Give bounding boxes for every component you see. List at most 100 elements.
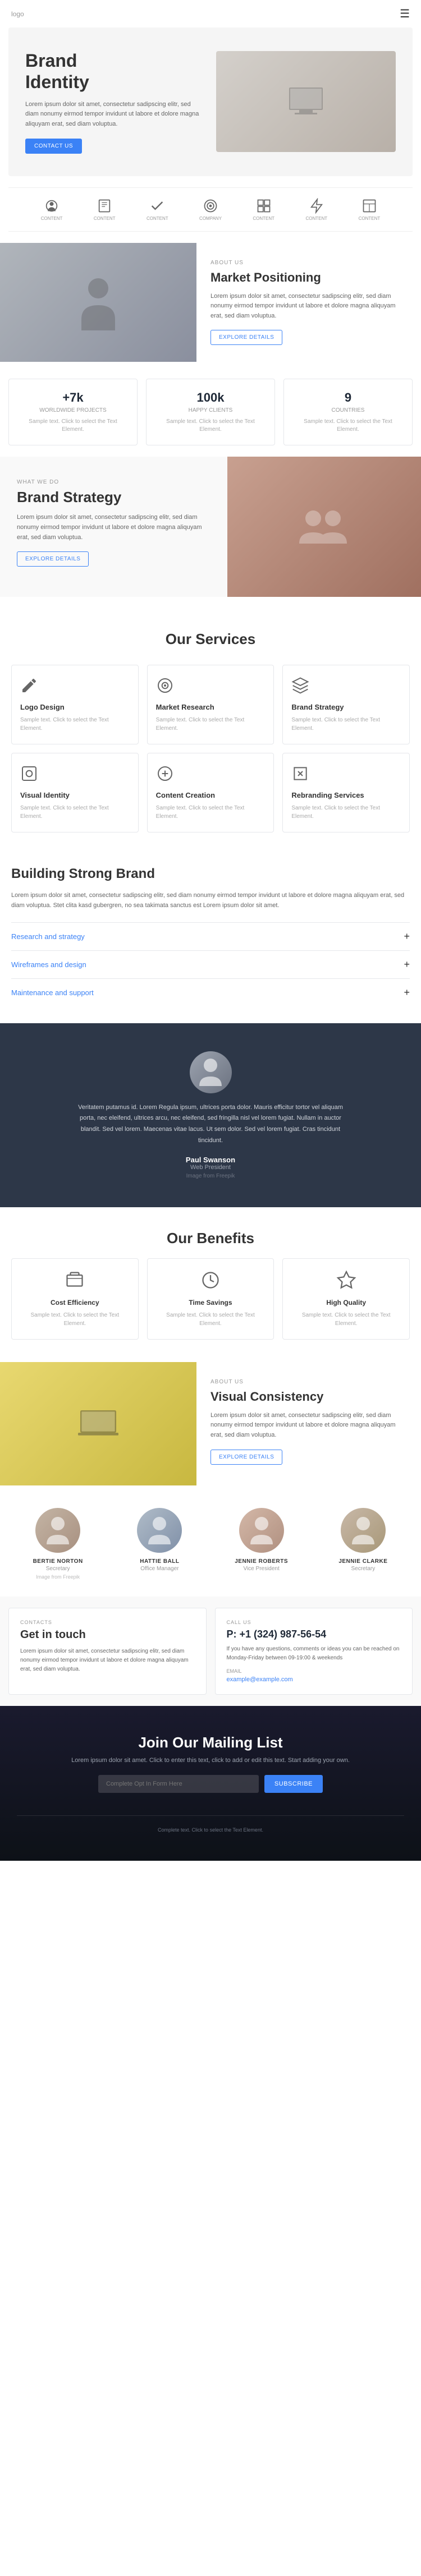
contact-section: CONTACTS Get in touch Lorem ipsum dolor … bbox=[0, 1597, 421, 1706]
nav-menu-icon[interactable]: ☰ bbox=[400, 7, 410, 21]
about-title: Market Positioning bbox=[210, 270, 407, 285]
icon-item-0[interactable]: CONTENT bbox=[41, 198, 63, 221]
stat-desc-0: Sample text. Click to select the Text El… bbox=[17, 418, 129, 434]
service-icon-3 bbox=[20, 765, 130, 785]
newsletter-footer-text: Complete text. Click to select the Text … bbox=[17, 1815, 404, 1833]
stat-card-1: 100k Happy clients Sample text. Click to… bbox=[146, 379, 275, 445]
get-in-touch-title: Get in touch bbox=[20, 1629, 195, 1641]
stat-desc-1: Sample text. Click to select the Text El… bbox=[155, 418, 266, 434]
newsletter-input[interactable] bbox=[98, 1775, 259, 1793]
service-desc-2: Sample text. Click to select the Text El… bbox=[291, 716, 401, 733]
service-desc-1: Sample text. Click to select the Text El… bbox=[156, 716, 266, 733]
services-grid: Logo Design Sample text. Click to select… bbox=[11, 665, 410, 832]
team-photo-0 bbox=[35, 1508, 80, 1553]
service-title-5: Rebranding Services bbox=[291, 791, 401, 799]
strategy-label: WHAT WE DO bbox=[17, 479, 210, 485]
get-in-touch-desc: Lorem ipsum dolor sit amet, consectetur … bbox=[20, 1647, 195, 1674]
hero-text: Brand Identity Lorem ipsum dolor sit ame… bbox=[25, 50, 205, 154]
strategy-cta-button[interactable]: EXPLORE DETAILS bbox=[17, 551, 89, 567]
service-card-2: Brand Strategy Sample text. Click to sel… bbox=[282, 665, 410, 744]
benefit-card-2: High Quality Sample text. Click to selec… bbox=[282, 1258, 410, 1340]
building-description: Lorem ipsum dolor sit amet, consectetur … bbox=[11, 891, 410, 910]
icon-label-0: CONTENT bbox=[41, 216, 63, 221]
hero-section: Brand Identity Lorem ipsum dolor sit ame… bbox=[8, 27, 413, 176]
hero-cta-button[interactable]: CONTACT US bbox=[25, 139, 82, 154]
service-icon-4 bbox=[156, 765, 266, 785]
accordion-item-0[interactable]: Research and strategy + bbox=[11, 922, 410, 950]
laptop-icon bbox=[76, 1406, 121, 1442]
service-card-4: Content Creation Sample text. Click to s… bbox=[147, 753, 274, 832]
icon-item-4[interactable]: CONTENT bbox=[253, 198, 274, 221]
team-name-2: JENNIE ROBERTS bbox=[215, 1558, 308, 1565]
call-us-card: CALL US P: +1 (324) 987-56-54 If you hav… bbox=[215, 1608, 413, 1695]
accordion-icon-2: + bbox=[404, 987, 410, 999]
stat-label-2: Countries bbox=[292, 407, 404, 413]
team-name-3: JENNIE CLARKE bbox=[317, 1558, 410, 1565]
services-title: Our Services bbox=[11, 631, 410, 648]
stat-number-2: 9 bbox=[292, 390, 404, 405]
about-image bbox=[0, 243, 196, 362]
about-cta-button[interactable]: EXPLORE DETAILS bbox=[210, 330, 282, 345]
accordion-item-1[interactable]: Wireframes and design + bbox=[11, 950, 410, 978]
icon-item-1[interactable]: CONTENT bbox=[94, 198, 116, 221]
benefit-icon-1 bbox=[156, 1270, 266, 1293]
team-role-2: Vice President bbox=[215, 1566, 308, 1572]
accordion-item-2[interactable]: Maintenance and support + bbox=[11, 978, 410, 1006]
benefits-grid: Cost Efficiency Sample text. Click to se… bbox=[11, 1258, 410, 1340]
team-grid: BERTIE NORTON Secretary Image from Freep… bbox=[11, 1508, 410, 1580]
benefit-title-2: High Quality bbox=[291, 1299, 401, 1307]
consistency-image bbox=[0, 1362, 196, 1485]
icon-item-5[interactable]: CONTENT bbox=[305, 198, 327, 221]
testimonial-photo bbox=[190, 1051, 232, 1093]
icon-item-2[interactable]: CONTENT bbox=[147, 198, 168, 221]
strategy-people-icon bbox=[296, 504, 353, 549]
accordion-label-0: Research and strategy bbox=[11, 932, 85, 941]
icon-circle-0 bbox=[44, 198, 60, 214]
consistency-title: Visual Consistency bbox=[210, 1390, 407, 1404]
about-person-icon bbox=[76, 274, 121, 330]
stats-row: +7k Worldwide projects Sample text. Clic… bbox=[0, 373, 421, 457]
consistency-content: ABOUT US Visual Consistency Lorem ipsum … bbox=[196, 1362, 421, 1485]
team-role-3: Secretary bbox=[317, 1566, 410, 1572]
stat-card-0: +7k Worldwide projects Sample text. Clic… bbox=[8, 379, 138, 445]
subscribe-button[interactable]: SUBSCRIBE bbox=[264, 1775, 323, 1793]
service-title-3: Visual Identity bbox=[20, 791, 130, 799]
about-content: ABOUT US Market Positioning Lorem ipsum … bbox=[196, 243, 421, 362]
benefits-title: Our Benefits bbox=[11, 1230, 410, 1247]
team-card-3: JENNIE CLARKE Secretary bbox=[317, 1508, 410, 1580]
icon-layout bbox=[361, 198, 377, 214]
team-photo-3 bbox=[341, 1508, 386, 1553]
hero-image-icon bbox=[283, 85, 328, 118]
team-photo-2 bbox=[239, 1508, 284, 1553]
icon-book bbox=[97, 198, 112, 214]
hero-image bbox=[216, 51, 396, 152]
accordion-icon-1: + bbox=[404, 959, 410, 970]
strategy-section: WHAT WE DO Brand Strategy Lorem ipsum do… bbox=[0, 457, 421, 597]
testimonial-name: Paul Swanson bbox=[17, 1156, 404, 1164]
strategy-description: Lorem ipsum dolor sit amet, consectetur … bbox=[17, 513, 210, 542]
team-role-0: Secretary bbox=[11, 1566, 104, 1572]
consistency-label: ABOUT US bbox=[210, 1379, 407, 1385]
icon-label-5: CONTENT bbox=[305, 216, 327, 221]
team-card-0: BERTIE NORTON Secretary Image from Freep… bbox=[11, 1508, 104, 1580]
call-us-desc: If you have any questions, comments or i… bbox=[227, 1645, 401, 1663]
stat-card-2: 9 Countries Sample text. Click to select… bbox=[283, 379, 413, 445]
strategy-title: Brand Strategy bbox=[17, 489, 210, 506]
icon-label-2: CONTENT bbox=[147, 216, 168, 221]
icon-item-6[interactable]: CONTENT bbox=[359, 198, 381, 221]
testimonial-role: Web President bbox=[17, 1164, 404, 1171]
service-card-3: Visual Identity Sample text. Click to se… bbox=[11, 753, 139, 832]
icon-item-3[interactable]: COMPANY bbox=[199, 198, 222, 221]
icon-check bbox=[149, 198, 165, 214]
accordion-label-2: Maintenance and support bbox=[11, 988, 94, 997]
building-section: Building Strong Brand Lorem ipsum dolor … bbox=[0, 855, 421, 1011]
icon-grid bbox=[256, 198, 272, 214]
service-title-1: Market Research bbox=[156, 703, 266, 711]
consistency-description: Lorem ipsum dolor sit amet, consectetur … bbox=[210, 1411, 407, 1441]
building-title: Building Strong Brand bbox=[11, 866, 410, 882]
testimonial-source: Image from Freepik bbox=[17, 1173, 404, 1179]
benefit-title-0: Cost Efficiency bbox=[20, 1299, 130, 1307]
consistency-cta-button[interactable]: EXPLORE DETAILS bbox=[210, 1450, 282, 1465]
get-in-touch-label: CONTACTS bbox=[20, 1620, 195, 1625]
service-title-2: Brand Strategy bbox=[291, 703, 401, 711]
